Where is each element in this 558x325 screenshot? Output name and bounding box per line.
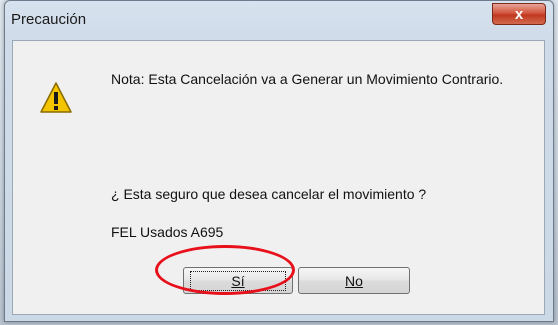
close-button[interactable]: x [492,3,546,25]
item-text: FEL Usados A695 [111,224,224,240]
yes-button-label: Sí [190,270,286,291]
dialog-title: Precaución [11,11,87,28]
question-text: ¿ Esta seguro que desea cancelar el movi… [111,186,427,202]
dialog-titlebar: Precaución x [5,1,553,39]
warning-icon [40,82,72,113]
yes-button[interactable]: Sí [183,267,293,294]
note-text: Nota: Esta Cancelación va a Generar un M… [111,71,504,87]
close-icon: x [514,5,524,23]
confirmation-dialog: Precaución x Nota: Esta Cancelación va a… [4,0,554,322]
no-button[interactable]: No [298,267,410,294]
no-button-label: No [345,272,363,289]
dialog-body: Nota: Esta Cancelación va a Generar un M… [12,40,545,315]
